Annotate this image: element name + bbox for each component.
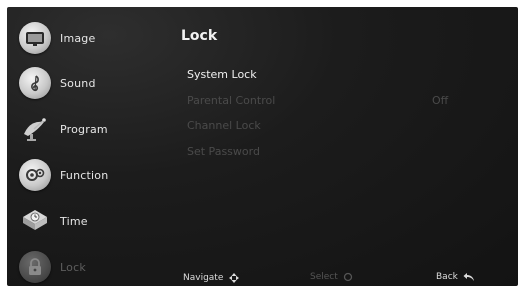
sidebar: Image Sound Program Function Time Lock	[7, 7, 169, 286]
sidebar-item-function[interactable]: Function	[17, 157, 165, 193]
sidebar-item-image[interactable]: Image	[17, 20, 165, 56]
back-arrow-icon	[463, 272, 475, 282]
sidebar-item-lock[interactable]: Lock	[17, 249, 165, 285]
footer-navigate: Navigate	[183, 272, 240, 284]
option-parental-control[interactable]: Parental Control	[187, 94, 275, 107]
footer-select: Select	[310, 272, 353, 282]
lock-icon	[19, 251, 51, 283]
back-label: Back	[436, 272, 458, 282]
sidebar-item-label: Function	[60, 168, 109, 182]
sidebar-item-label: Lock	[60, 260, 86, 274]
sidebar-item-label: Image	[60, 31, 96, 45]
tv-menu-screen: Image Sound Program Function Time Lock L…	[7, 7, 518, 286]
sidebar-item-program[interactable]: Program	[17, 111, 165, 147]
program-icon	[19, 113, 51, 145]
sidebar-item-label: Time	[60, 214, 88, 228]
option-channel-lock[interactable]: Channel Lock	[187, 119, 261, 132]
navigate-label: Navigate	[183, 273, 224, 283]
sidebar-item-time[interactable]: Time	[17, 203, 165, 239]
option-system-lock[interactable]: System Lock	[187, 68, 257, 81]
image-icon	[19, 22, 51, 54]
parental-control-value: Off	[432, 94, 449, 107]
sound-icon	[19, 67, 51, 99]
navigate-arrows-icon	[228, 272, 240, 284]
function-icon	[19, 159, 51, 191]
sidebar-item-label: Sound	[60, 76, 96, 90]
option-set-password[interactable]: Set Password	[187, 145, 260, 158]
select-label: Select	[310, 272, 338, 282]
page-title: Lock	[181, 28, 218, 44]
sidebar-item-label: Program	[60, 122, 108, 136]
footer-back: Back	[436, 272, 475, 282]
select-ok-icon	[343, 272, 353, 282]
time-icon	[19, 205, 51, 237]
sidebar-item-sound[interactable]: Sound	[17, 65, 165, 101]
